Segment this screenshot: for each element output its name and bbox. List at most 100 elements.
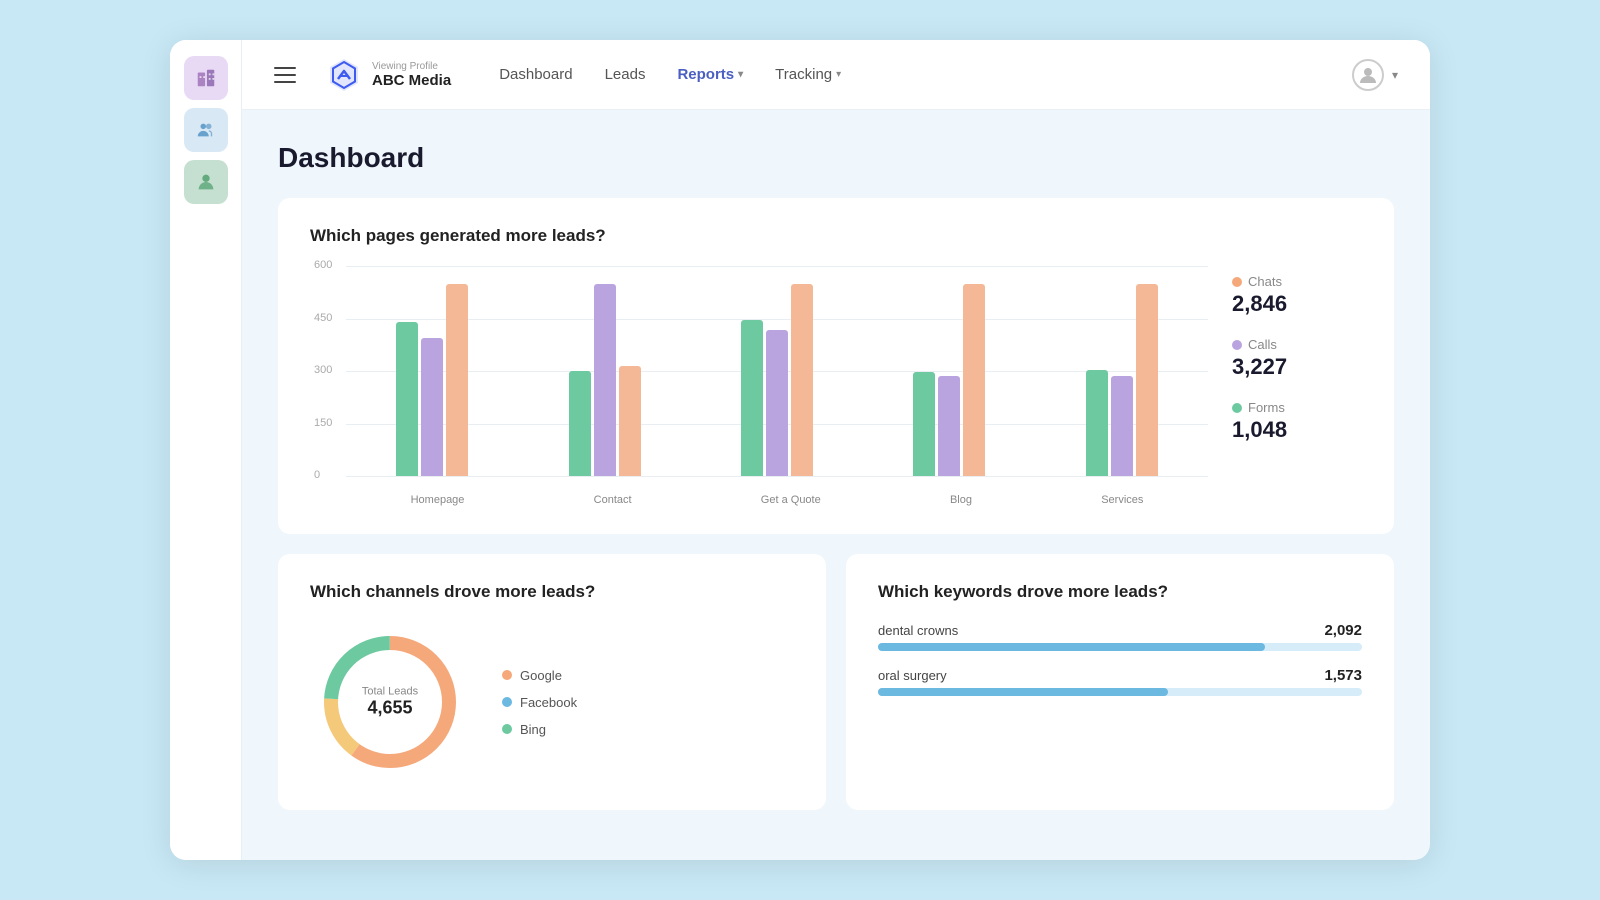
legend-chats: Chats 2,846 — [1232, 274, 1362, 317]
user-avatar[interactable] — [1352, 59, 1384, 91]
user-dropdown-arrow[interactable]: ▾ — [1392, 68, 1398, 82]
keywords-title: Which keywords drove more leads? — [878, 582, 1362, 602]
bars-area — [346, 266, 1208, 476]
bar-blog-forms — [913, 372, 935, 476]
bar-group-contact-bars — [569, 284, 641, 476]
leads-by-page-title: Which pages generated more leads? — [310, 226, 1362, 246]
legend-forms: Forms 1,048 — [1232, 400, 1362, 443]
channels-title: Which channels drove more leads? — [310, 582, 794, 602]
chart-legend: Chats 2,846 Calls 3,227 — [1232, 266, 1362, 443]
brand-name: ABC Media — [372, 72, 451, 89]
donut-legend-facebook: Facebook — [502, 695, 577, 710]
leads-by-page-card: Which pages generated more leads? 600 45… — [278, 198, 1394, 534]
main-content: Viewing Profile ABC Media Dashboard Lead… — [242, 40, 1430, 860]
bar-group-blog-bars — [913, 284, 985, 476]
buildings-icon — [195, 67, 217, 89]
bar-quote-forms — [741, 320, 763, 476]
x-label-homepage: Homepage — [411, 494, 465, 506]
sidebar-icon-group[interactable] — [184, 108, 228, 152]
y-label-300: 300 — [314, 364, 332, 376]
y-label-0: 0 — [314, 469, 320, 481]
keyword-row-1: dental crowns 2,092 — [878, 622, 1362, 651]
bing-label: Bing — [520, 722, 546, 737]
bar-group-blog — [913, 284, 985, 476]
bar-group-homepage-bars — [396, 284, 468, 476]
channels-card: Which channels drove more leads? — [278, 554, 826, 810]
keyword-header-2: oral surgery 1,573 — [878, 667, 1362, 684]
sidebar-icon-buildings[interactable] — [184, 56, 228, 100]
donut-legend-google: Google — [502, 668, 577, 683]
chats-label: Chats — [1248, 274, 1282, 289]
bar-services-forms — [1086, 370, 1108, 476]
keywords-card: Which keywords drove more leads? dental … — [846, 554, 1394, 810]
bar-services-chats — [1136, 284, 1158, 476]
bottom-row: Which channels drove more leads? — [278, 554, 1394, 810]
grid-line-0: 0 — [346, 476, 1208, 477]
bar-chart: 600 450 300 150 — [310, 266, 1208, 506]
x-labels: Homepage Contact Get a Quote Blog Servic… — [346, 494, 1208, 506]
forms-dot — [1232, 403, 1242, 413]
reports-arrow-icon: ▾ — [738, 69, 743, 80]
bar-group-quote — [741, 284, 813, 476]
nav-reports[interactable]: Reports ▾ — [677, 66, 743, 83]
nav-tracking[interactable]: Tracking ▾ — [775, 66, 841, 83]
calls-dot — [1232, 340, 1242, 350]
google-label: Google — [520, 668, 562, 683]
keyword-bar-bg-2 — [878, 688, 1362, 696]
legend-calls: Calls 3,227 — [1232, 337, 1362, 380]
bar-contact-forms — [569, 371, 591, 476]
hamburger-line — [274, 67, 296, 69]
sidebar — [170, 40, 242, 860]
app-window: Viewing Profile ABC Media Dashboard Lead… — [170, 40, 1430, 860]
keyword-bar-fill-2 — [878, 688, 1168, 696]
facebook-label: Facebook — [520, 695, 577, 710]
nav-links: Dashboard Leads Reports ▾ Tracking ▾ — [499, 66, 1352, 83]
chart-area: 600 450 300 150 — [346, 266, 1208, 476]
keyword-count-2: 1,573 — [1324, 667, 1362, 684]
calls-label: Calls — [1248, 337, 1277, 352]
y-label-150: 150 — [314, 417, 332, 429]
viewing-profile-label: Viewing Profile — [372, 61, 451, 72]
donut-total-label: Total Leads — [362, 686, 418, 698]
keyword-bar-bg-1 — [878, 643, 1362, 651]
bar-blog-calls — [938, 376, 960, 476]
hamburger-line — [274, 81, 296, 83]
bar-chart-container: 600 450 300 150 — [310, 266, 1362, 506]
nav-leads[interactable]: Leads — [605, 66, 646, 83]
chats-dot — [1232, 277, 1242, 287]
google-dot — [502, 670, 512, 680]
donut-total-value: 4,655 — [362, 698, 418, 719]
keyword-count-1: 2,092 — [1324, 622, 1362, 639]
keyword-row-2: oral surgery 1,573 — [878, 667, 1362, 696]
hamburger-button[interactable] — [274, 57, 310, 93]
bar-homepage-chats — [446, 284, 468, 476]
keyword-list: dental crowns 2,092 oral surgery 1,573 — [878, 622, 1362, 696]
topnav: Viewing Profile ABC Media Dashboard Lead… — [242, 40, 1430, 110]
calls-value: 3,227 — [1232, 354, 1362, 380]
bar-services-calls — [1111, 376, 1133, 476]
bar-group-contact — [569, 284, 641, 476]
user-icon — [1358, 65, 1378, 85]
bar-group-quote-bars — [741, 284, 813, 476]
nav-dashboard[interactable]: Dashboard — [499, 66, 572, 83]
bar-quote-calls — [766, 330, 788, 476]
y-label-450: 450 — [314, 312, 332, 324]
forms-value: 1,048 — [1232, 417, 1362, 443]
bing-dot — [502, 724, 512, 734]
bar-homepage-forms — [396, 322, 418, 476]
topnav-right: ▾ — [1352, 59, 1398, 91]
bar-contact-calls — [594, 284, 616, 476]
brand: Viewing Profile ABC Media — [326, 57, 451, 93]
y-label-600: 600 — [314, 259, 332, 271]
bar-contact-chats — [619, 366, 641, 476]
sidebar-icon-person[interactable] — [184, 160, 228, 204]
keyword-name-2: oral surgery — [878, 668, 947, 683]
x-label-services: Services — [1101, 494, 1143, 506]
bar-quote-chats — [791, 284, 813, 476]
person-icon — [195, 171, 217, 193]
donut-legend-bing: Bing — [502, 722, 577, 737]
x-label-contact: Contact — [594, 494, 632, 506]
bar-group-homepage — [396, 284, 468, 476]
keyword-header-1: dental crowns 2,092 — [878, 622, 1362, 639]
hamburger-line — [274, 74, 296, 76]
